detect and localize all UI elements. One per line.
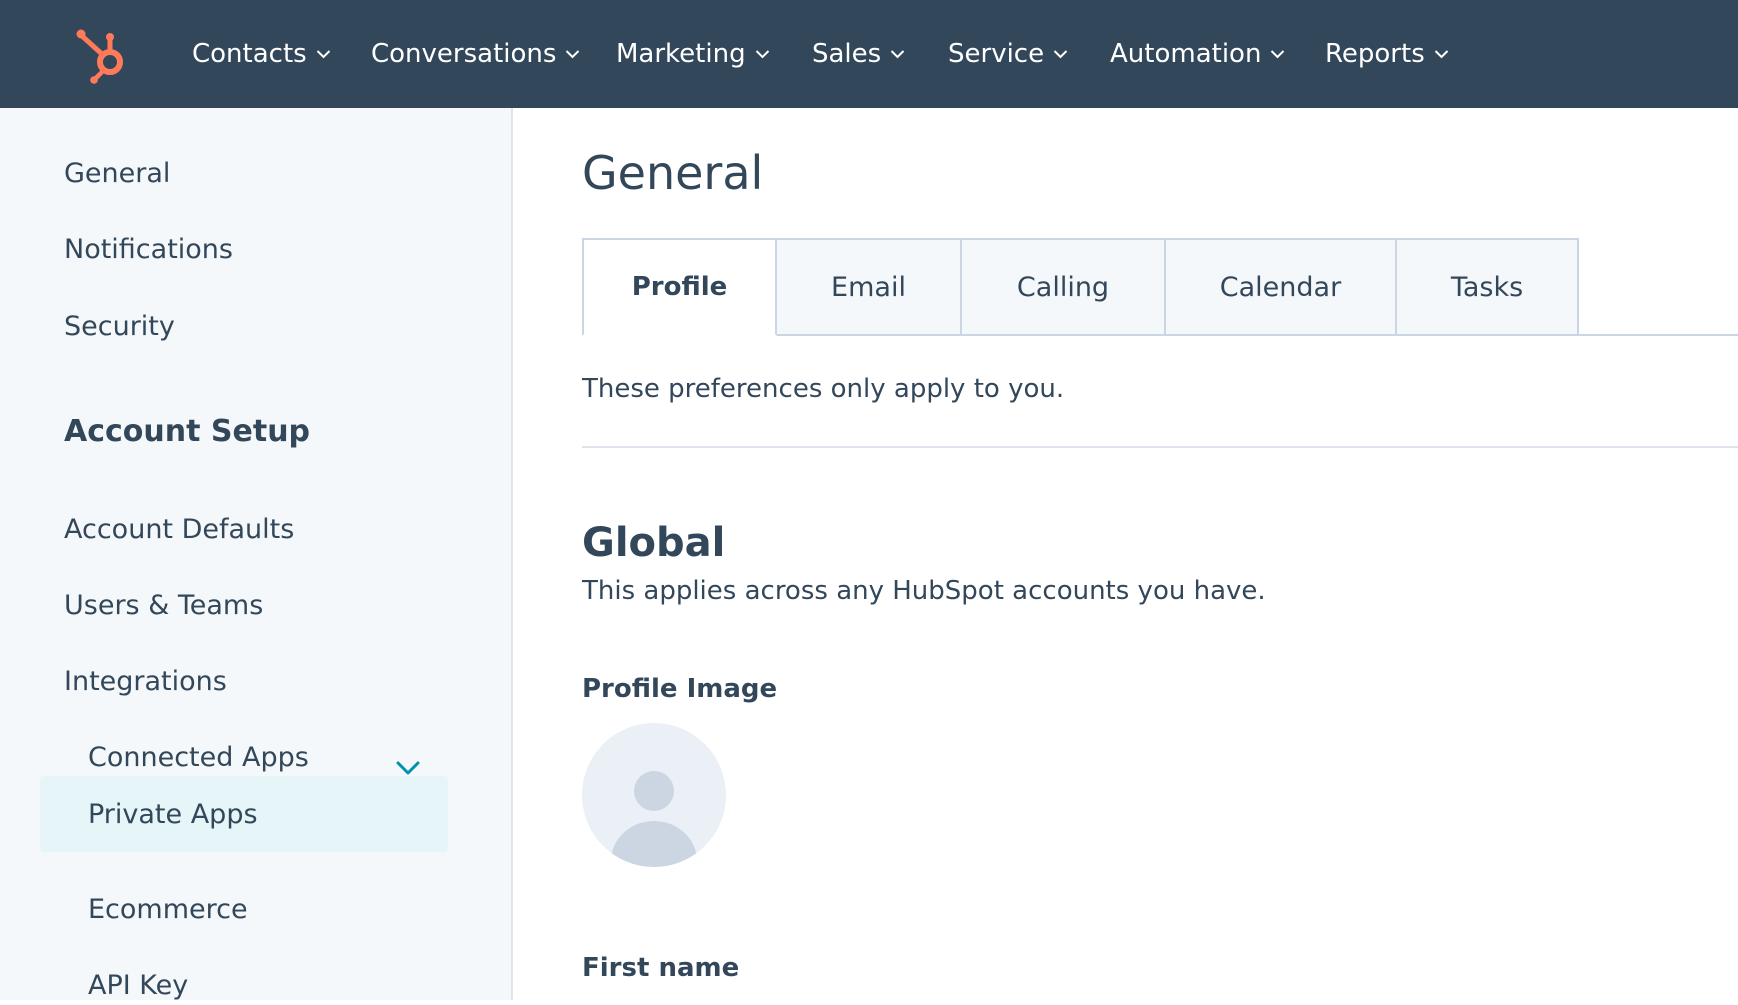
tab-label: Email (831, 271, 906, 303)
nav-conversations-label: Conversations (371, 39, 557, 69)
section-title: Global (582, 520, 726, 566)
settings-sidebar: General Notifications Security Account S… (0, 108, 513, 1001)
sidebar-item-users-teams[interactable]: Users & Teams (64, 585, 263, 625)
nav-service[interactable]: Service (948, 0, 1068, 108)
sidebar-item-account-defaults[interactable]: Account Defaults (64, 509, 294, 549)
sidebar-item-label: API Key (88, 969, 189, 1001)
nav-marketing[interactable]: Marketing (616, 0, 770, 108)
tab-label: Tasks (1450, 271, 1524, 303)
nav-contacts[interactable]: Contacts (192, 0, 331, 108)
sidebar-item-integrations[interactable]: Integrations (64, 661, 227, 701)
sidebar-item-ecommerce[interactable]: Ecommerce (88, 889, 248, 929)
tab-label: Profile (631, 272, 728, 302)
nav-reports[interactable]: Reports (1325, 0, 1449, 108)
tab-profile[interactable]: Profile (582, 238, 777, 336)
chevron-down-icon (1271, 50, 1285, 59)
section-description: This applies across any HubSpot accounts… (582, 576, 1266, 606)
chevron-down-icon (890, 50, 905, 59)
chevron-down-icon (755, 50, 769, 59)
nav-sales[interactable]: Sales (812, 0, 905, 108)
page-title: General (582, 146, 764, 200)
profile-image-label: Profile Image (582, 674, 778, 704)
chevron-down-icon (1434, 50, 1448, 59)
nav-sales-label: Sales (812, 39, 882, 69)
sidebar-item-label: General (64, 157, 171, 189)
nav-automation-label: Automation (1110, 39, 1262, 69)
chevron-down-icon (566, 50, 580, 59)
nav-automation[interactable]: Automation (1110, 0, 1285, 108)
sidebar-item-label: Private Apps (88, 798, 258, 830)
nav-reports-label: Reports (1325, 39, 1425, 69)
top-navigation-bar: Contacts Conversations Marketing Sales S… (0, 0, 1738, 108)
sidebar-item-general[interactable]: General (64, 153, 170, 193)
sidebar-item-label: Integrations (64, 665, 227, 697)
tab-label: Calling (1016, 271, 1110, 303)
sidebar-item-label: Connected Apps (88, 741, 309, 773)
preferences-note: These preferences only apply to you. (582, 374, 1065, 404)
sidebar-item-label: Security (64, 310, 175, 342)
sidebar-item-connected-apps[interactable]: Connected Apps (88, 737, 309, 777)
tab-tasks[interactable]: Tasks (1397, 238, 1579, 336)
sidebar-item-label: Notifications (64, 233, 233, 265)
sidebar-section-heading: Account Setup (64, 413, 311, 449)
chevron-down-icon (316, 50, 330, 59)
nav-marketing-label: Marketing (616, 39, 746, 69)
sidebar-item-label: Account Defaults (64, 513, 295, 545)
nav-contacts-label: Contacts (192, 39, 307, 69)
chevron-down-icon (1053, 50, 1068, 59)
section-divider (582, 446, 1738, 448)
tab-calendar[interactable]: Calendar (1166, 238, 1397, 336)
main-content: General Profile Email Calling Calendar T… (515, 108, 1738, 1000)
tab-calling[interactable]: Calling (962, 238, 1166, 336)
sidebar-item-private-apps[interactable]: Private Apps (88, 794, 258, 834)
first-name-label: First name (582, 953, 740, 983)
default-user-icon (611, 771, 697, 867)
nav-conversations[interactable]: Conversations (371, 0, 580, 108)
sidebar-item-label: Users & Teams (64, 589, 264, 621)
nav-service-label: Service (948, 39, 1045, 69)
chevron-down-icon[interactable] (396, 760, 420, 776)
profile-avatar[interactable] (582, 723, 726, 867)
sidebar-item-security[interactable]: Security (64, 306, 175, 346)
tab-label: Calendar (1219, 271, 1342, 303)
sidebar-item-notifications[interactable]: Notifications (64, 229, 233, 269)
sidebar-item-label: Ecommerce (88, 893, 248, 925)
tab-email[interactable]: Email (777, 238, 962, 336)
sidebar-item-api-key[interactable]: API Key (88, 965, 188, 1005)
